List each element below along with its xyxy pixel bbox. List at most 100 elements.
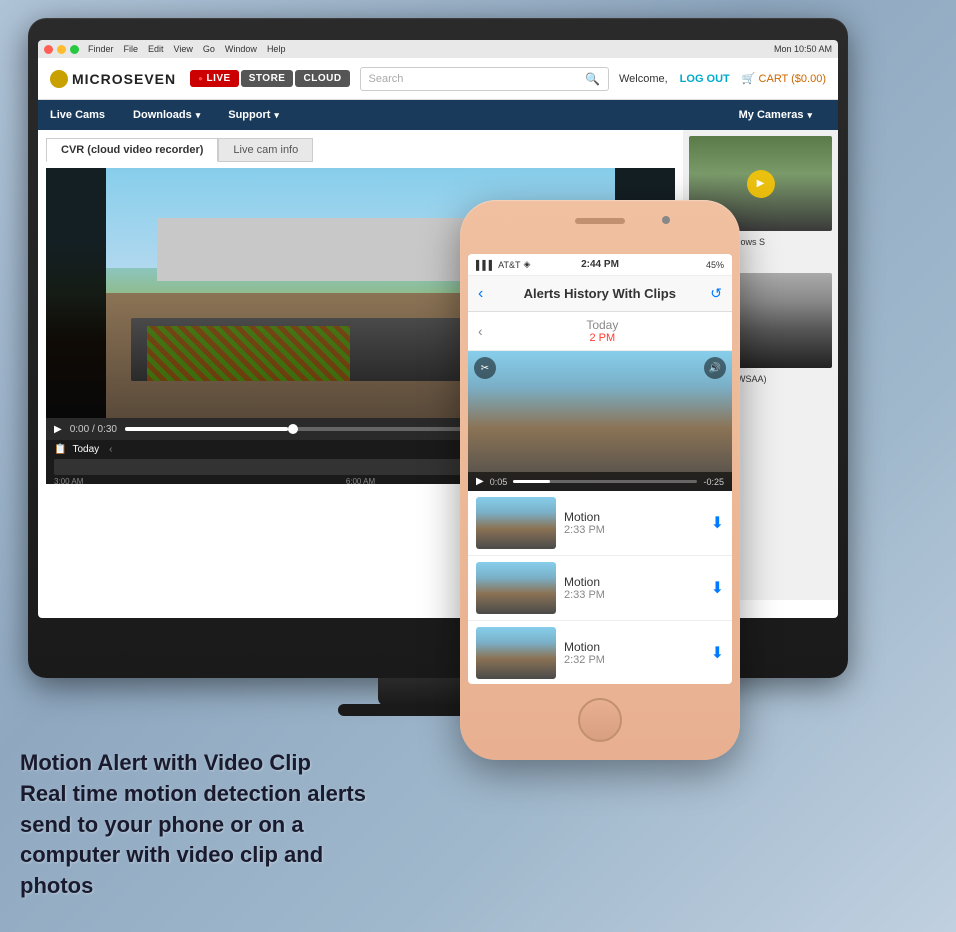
phone-date-label: Today (483, 318, 722, 332)
phone-carrier: AT&T (498, 260, 520, 270)
cam-play-overlay-1[interactable]: ▶ (747, 170, 775, 198)
live-button[interactable]: LIVE (190, 70, 239, 87)
mac-menu-view[interactable]: View (174, 44, 193, 54)
phone-vid-scissors-icon[interactable]: ✂ (474, 357, 496, 379)
mac-menu-go[interactable]: Go (203, 44, 215, 54)
video-left-letterbox (46, 168, 106, 418)
logo: MICROSEVEN (50, 70, 176, 88)
timeline-label-2: 6:00 AM (346, 477, 375, 486)
phone-content: ‹ Today 2 PM ✂ 🔊 ▶ 0:05 -0:25 (468, 312, 732, 684)
timeline-date: Today (72, 444, 99, 455)
nav-my-cameras[interactable]: My Cameras ▾ (725, 100, 826, 130)
site-header: MICROSEVEN LIVE STORE CLOUD Search 🔍 Wel… (38, 58, 838, 100)
cloud-button[interactable]: CLOUD (295, 70, 349, 87)
search-icon[interactable]: 🔍 (585, 72, 600, 86)
store-button[interactable]: STORE (241, 70, 294, 87)
alert-info-2: Motion 2:33 PM (564, 575, 703, 601)
alert-time-2: 2:33 PM (564, 589, 703, 601)
phone-speaker (575, 218, 625, 224)
alert-item-1: Motion 2:33 PM ⬇ (468, 491, 732, 556)
phone-back-button[interactable]: ‹ (478, 285, 483, 303)
logo-icon (50, 70, 68, 88)
logo-text: MICROSEVEN (72, 71, 176, 87)
phone-current-time: 0:05 (490, 477, 508, 487)
phone-date-time: 2 PM (483, 332, 722, 344)
phone-screen-title: Alerts History With Clips (489, 286, 710, 301)
my-cameras-chevron: ▾ (807, 110, 812, 121)
phone-time: 2:44 PM (581, 259, 619, 270)
mac-maximize-dot[interactable] (70, 45, 79, 54)
phone-vid-bottom-controls: ▶ 0:05 -0:25 (468, 472, 732, 491)
phone-signal-icon: ▌▌▌ (476, 260, 495, 270)
phone-home-button[interactable] (578, 698, 622, 742)
timeline-label-1: 3:00 AM (54, 477, 83, 486)
timeline-nav-button[interactable]: ‹ (109, 444, 112, 455)
nav-support[interactable]: Support ▾ (214, 100, 293, 130)
alert-item-2: Motion 2:33 PM ⬇ (468, 556, 732, 621)
mac-minimize-dot[interactable] (57, 45, 66, 54)
phone-vid-scene (468, 351, 732, 491)
phone: ▌▌▌ AT&T ◈ 2:44 PM 45% ‹ Alerts History … (460, 200, 740, 760)
video-time: 0:00 / 0:30 (70, 424, 117, 435)
phone-status-bar: ▌▌▌ AT&T ◈ 2:44 PM 45% (468, 254, 732, 276)
mac-right-info: Mon 10:50 AM (774, 44, 832, 54)
phone-wifi-icon: ◈ (523, 259, 530, 270)
alert-type-3: Motion (564, 640, 703, 654)
logout-button[interactable]: LOG OUT (680, 73, 730, 85)
bottom-line-2: Real time motion detection alerts (20, 779, 400, 810)
alert-item-3: Motion 2:32 PM ⬇ (468, 621, 732, 684)
tab-cvr[interactable]: CVR (cloud video recorder) (46, 138, 218, 162)
mac-menu-window[interactable]: Window (225, 44, 257, 54)
nav-live-cams[interactable]: Live Cams (50, 100, 119, 130)
bottom-line-4: computer with video clip and photos (20, 840, 400, 902)
phone-refresh-button[interactable]: ↺ (710, 285, 722, 302)
phone-screen: ▌▌▌ AT&T ◈ 2:44 PM 45% ‹ Alerts History … (468, 254, 732, 684)
nav-buttons: LIVE STORE CLOUD (190, 70, 349, 87)
calendar-icon: 📋 (54, 444, 66, 455)
search-bar: Search 🔍 (360, 67, 609, 91)
phone-vid-volume-icon[interactable]: 🔊 (704, 357, 726, 379)
mac-close-dot[interactable] (44, 45, 53, 54)
phone-video-player: ✂ 🔊 ▶ 0:05 -0:25 (468, 351, 732, 491)
nav-bar: Live Cams Downloads ▾ Support ▾ My Camer… (38, 100, 838, 130)
alert-info-1: Motion 2:33 PM (564, 510, 703, 536)
phone-camera (662, 216, 670, 224)
alert-info-3: Motion 2:32 PM (564, 640, 703, 666)
video-graffiti (147, 326, 351, 381)
phone-date-nav: ‹ Today 2 PM (468, 312, 732, 351)
phone-battery: 45% (706, 260, 724, 270)
mac-menu-finder[interactable]: Finder (88, 44, 114, 54)
mac-menu-edit[interactable]: Edit (148, 44, 164, 54)
phone-progress-bar[interactable] (513, 480, 697, 483)
phone-date-center: Today 2 PM (483, 318, 722, 344)
alert-download-3[interactable]: ⬇ (711, 643, 724, 663)
mac-menu: Finder File Edit View Go Window Help (88, 44, 285, 54)
alert-time-3: 2:32 PM (564, 654, 703, 666)
mac-menu-file[interactable]: File (124, 44, 139, 54)
tab-live-cam-info[interactable]: Live cam info (218, 138, 313, 162)
alert-type-1: Motion (564, 510, 703, 524)
mac-dots (44, 45, 79, 54)
alert-download-1[interactable]: ⬇ (711, 513, 724, 533)
alert-type-2: Motion (564, 575, 703, 589)
mac-menu-help[interactable]: Help (267, 44, 286, 54)
alert-thumb-1 (476, 497, 556, 549)
phone-remaining-time: -0:25 (703, 477, 724, 487)
welcome-text: Welcome, (619, 73, 668, 85)
bottom-line-1: Motion Alert with Video Clip (20, 748, 400, 779)
alert-thumb-2 (476, 562, 556, 614)
phone-header: ‹ Alerts History With Clips ↺ (468, 276, 732, 312)
tab-bar: CVR (cloud video recorder) Live cam info (46, 138, 675, 162)
cart-button[interactable]: 🛒 CART ($0.00) (742, 72, 826, 85)
phone-progress-fill (513, 480, 550, 483)
nav-downloads[interactable]: Downloads ▾ (119, 100, 214, 130)
video-progress-fill (125, 427, 288, 431)
mac-topbar: Finder File Edit View Go Window Help Mon… (38, 40, 838, 58)
play-button[interactable]: ▶ (54, 424, 62, 435)
phone-play-button[interactable]: ▶ (476, 476, 484, 487)
alert-download-2[interactable]: ⬇ (711, 578, 724, 598)
search-placeholder: Search (369, 73, 581, 85)
support-chevron: ▾ (274, 110, 279, 121)
header-right: Welcome, LOG OUT 🛒 CART ($0.00) (619, 72, 826, 85)
video-progress-thumb (288, 424, 298, 434)
